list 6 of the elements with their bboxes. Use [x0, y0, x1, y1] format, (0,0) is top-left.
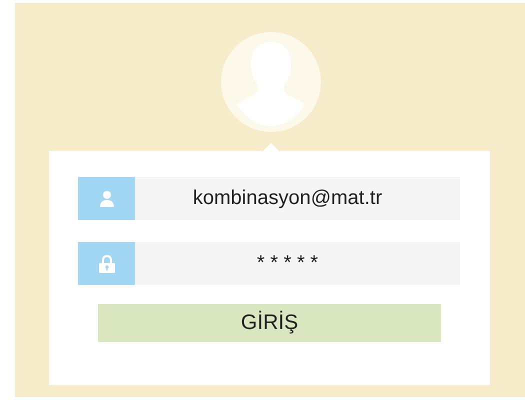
lock-icon [96, 254, 116, 274]
user-icon [98, 190, 116, 208]
password-field[interactable]: * * * * * [78, 242, 460, 285]
email-field[interactable]: kombinasyon@mat.tr [78, 177, 460, 220]
avatar-icon [221, 32, 321, 132]
login-button[interactable]: GİRİŞ [98, 304, 441, 342]
